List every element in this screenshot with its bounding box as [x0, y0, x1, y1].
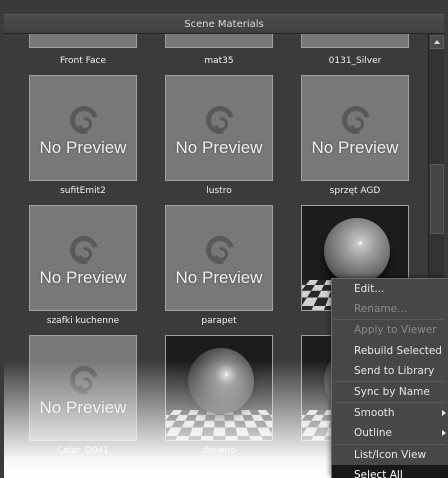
no-preview-text: No Preview	[175, 268, 263, 287]
scroll-thumb[interactable]	[430, 164, 444, 234]
material-sphere	[324, 218, 390, 284]
menu-item-label: Apply to Viewer	[354, 324, 437, 337]
menu-item-select-all[interactable]: Select All	[332, 464, 448, 478]
material-label: Color_D041	[56, 446, 110, 456]
scroll-up-button[interactable]	[430, 35, 444, 49]
material-sphere	[188, 348, 254, 414]
material-label: lustro	[206, 186, 232, 196]
submenu-arrow-icon	[442, 410, 446, 417]
no-preview-text: No Preview	[39, 138, 127, 157]
material-thumbnail[interactable]	[29, 34, 137, 48]
material-label: szafki kuchenne	[46, 316, 120, 326]
no-preview-thumbnail[interactable]: No Preview	[165, 205, 273, 311]
material-thumbnail[interactable]	[301, 34, 409, 48]
checker-floor	[166, 410, 272, 440]
no-preview-text: No Preview	[311, 138, 399, 157]
material-label: 0131_Silver	[328, 56, 382, 66]
no-preview-text: No Preview	[175, 138, 263, 157]
submenu-arrow-icon	[442, 430, 446, 437]
material-label: sufitEmit2	[60, 186, 106, 196]
menu-item-list-icon-view[interactable]: List/Icon View	[332, 445, 448, 465]
material-label: sprzęt AGD	[329, 186, 381, 196]
no-preview-thumbnail[interactable]: No Preview	[29, 205, 137, 311]
swirl-icon	[64, 230, 104, 270]
material-label: Front Face	[60, 56, 106, 66]
menu-item-label: Sync by Name	[354, 385, 430, 398]
menu-item-sync-by-name[interactable]: Sync by Name	[332, 382, 448, 402]
no-preview-thumbnail[interactable]: No Preview	[29, 335, 137, 441]
no-preview-thumbnail[interactable]: No Preview	[29, 75, 137, 181]
no-preview-thumbnail[interactable]: No Preview	[301, 75, 409, 181]
menu-item-label: List/Icon View	[354, 448, 427, 461]
menu-item-apply-to-viewer[interactable]: Apply to Viewer	[332, 320, 448, 340]
menu-item-send-to-library[interactable]: Send to Library	[332, 361, 448, 381]
sphere-preview-thumbnail[interactable]	[165, 335, 273, 441]
material-label: drewno	[202, 446, 236, 456]
menu-item-label: Edit...	[354, 283, 385, 295]
menu-item-rebuild-selected[interactable]: Rebuild Selected	[332, 341, 448, 361]
menu-item-label: Select All	[354, 468, 403, 478]
swirl-icon	[64, 100, 104, 140]
menu-item-edit[interactable]: Edit...	[332, 279, 448, 299]
material-label: mat35	[204, 56, 234, 66]
menu-item-label: Send to Library	[354, 364, 435, 377]
menu-item-label: Outline	[354, 427, 392, 440]
panel-title: Scene Materials	[4, 14, 444, 34]
material-thumbnail[interactable]	[165, 34, 273, 48]
swirl-icon	[64, 360, 104, 400]
swirl-icon	[336, 100, 376, 140]
swirl-icon	[200, 100, 240, 140]
menu-item-label: Smooth	[354, 407, 395, 420]
menu-item-label: Rename...	[354, 303, 408, 316]
context-menu: Edit... Rename... Apply to Viewer Rebuild S…	[331, 278, 448, 478]
menu-item-smooth[interactable]: Smooth	[332, 403, 448, 423]
no-preview-text: No Preview	[39, 268, 127, 287]
menu-item-rename[interactable]: Rename...	[332, 299, 448, 319]
material-label: parapet	[201, 316, 237, 326]
swirl-icon	[200, 230, 240, 270]
no-preview-thumbnail[interactable]: No Preview	[165, 75, 273, 181]
no-preview-text: No Preview	[39, 398, 127, 417]
menu-item-label: Rebuild Selected	[354, 344, 442, 357]
menu-item-outline[interactable]: Outline	[332, 423, 448, 443]
